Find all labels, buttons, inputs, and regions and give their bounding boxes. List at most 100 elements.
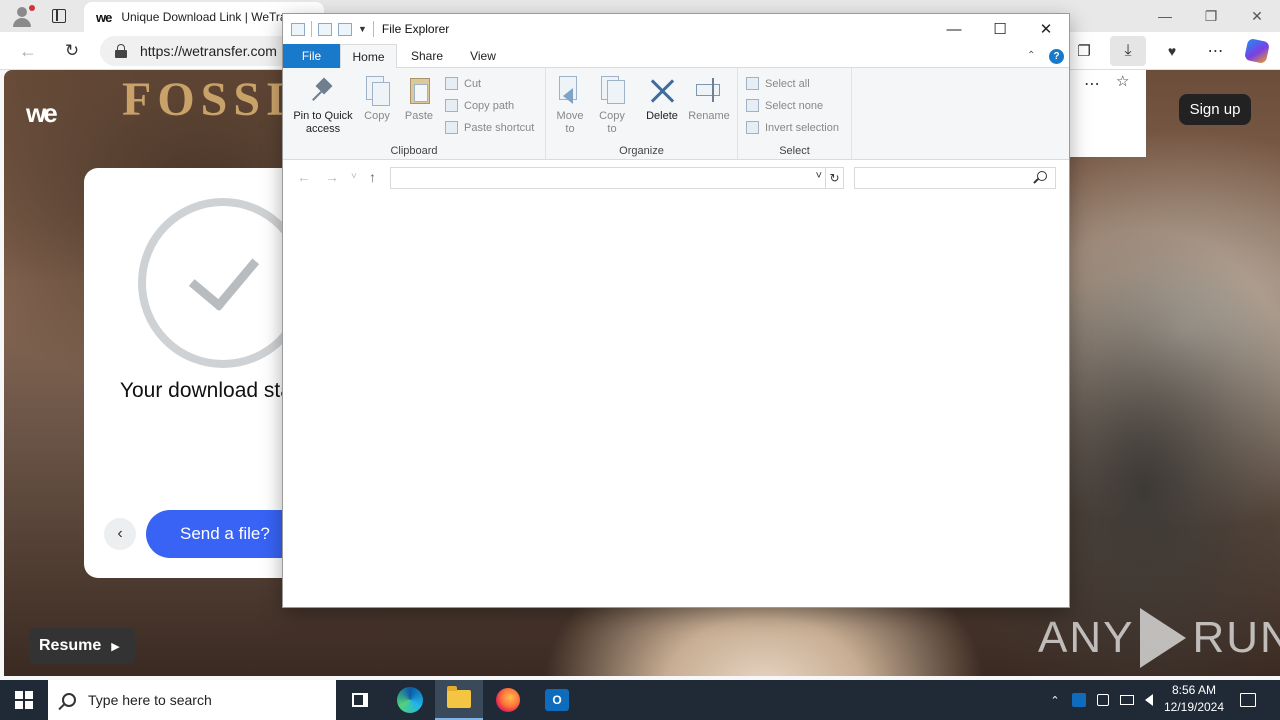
select-none-icon <box>746 99 759 112</box>
recent-locations-icon[interactable]: ˅ <box>351 171 357 182</box>
start-button[interactable] <box>0 680 48 720</box>
cut-button[interactable]: Cut <box>445 77 481 90</box>
url-text[interactable]: https://wetransfer.com <box>140 43 277 59</box>
clock-time: 8:56 AM <box>1171 683 1217 697</box>
invert-selection-button[interactable]: Invert selection <box>746 121 839 134</box>
explorer-app-icon[interactable] <box>291 22 305 36</box>
folder-icon <box>447 686 471 708</box>
select-all-button[interactable]: Select all <box>746 77 810 90</box>
tab-title: Unique Download Link | WeTra <box>121 10 287 24</box>
divider <box>311 21 312 37</box>
invert-selection-label: Invert selection <box>765 121 839 134</box>
sign-up-button[interactable]: Sign up <box>1179 94 1251 125</box>
move-to-button[interactable]: Move to <box>554 74 586 136</box>
rename-label: Rename <box>688 110 730 122</box>
downloads-icon[interactable]: ⤓ <box>1110 36 1146 66</box>
edge-taskbar-button[interactable] <box>386 680 434 720</box>
select-all-label: Select all <box>765 77 810 90</box>
browser-restore-button[interactable]: ❐ <box>1196 6 1226 26</box>
card-back-button[interactable]: ‹ <box>104 518 136 550</box>
task-view-icon <box>352 693 368 707</box>
lock-icon[interactable] <box>114 44 128 58</box>
new-folder-icon[interactable] <box>338 22 352 36</box>
file-list-area[interactable] <box>283 195 1069 607</box>
pin-icon[interactable]: ☆ <box>1116 72 1129 90</box>
explorer-search-field[interactable] <box>854 167 1056 189</box>
paste-shortcut-button[interactable]: Paste shortcut <box>445 121 534 134</box>
divider <box>372 21 374 37</box>
explorer-minimize-button[interactable]: — <box>931 14 977 44</box>
volume-icon[interactable] <box>1138 680 1160 720</box>
explorer-close-button[interactable]: ✕ <box>1023 14 1069 44</box>
browser-close-button[interactable]: ✕ <box>1242 6 1272 26</box>
refresh-icon[interactable]: ↻ <box>60 41 84 61</box>
address-bar[interactable]: https://wetransfer.com <box>100 36 300 66</box>
watermark-play-icon <box>1140 608 1187 668</box>
anyrun-watermark: ANY RUN <box>1038 608 1280 668</box>
tab-file[interactable]: File <box>283 44 340 68</box>
notification-center-button[interactable] <box>1234 680 1262 720</box>
task-view-button[interactable] <box>336 680 384 720</box>
taskbar-search-placeholder: Type here to search <box>88 692 212 708</box>
customize-dropdown-icon[interactable]: ▼ <box>358 24 367 34</box>
clipboard-group-label: Clipboard <box>390 145 438 157</box>
up-arrow-icon[interactable]: ↑ <box>369 169 376 185</box>
properties-icon[interactable] <box>318 22 332 36</box>
window-title: File Explorer <box>381 22 450 36</box>
tab-view[interactable]: View <box>457 44 509 68</box>
firefox-taskbar-button[interactable] <box>484 680 532 720</box>
copy-to-button[interactable]: Copy to <box>596 74 628 136</box>
wetransfer-logo[interactable]: we <box>26 98 58 129</box>
outlook-icon: O <box>545 689 569 711</box>
tab-actions-icon[interactable] <box>48 6 70 26</box>
file-explorer-window: ▼ File Explorer — ☐ ✕ File Home Share Vi… <box>283 14 1069 607</box>
select-group-label: Select <box>779 145 810 157</box>
watermark-left: ANY <box>1038 613 1135 662</box>
file-explorer-taskbar-button[interactable] <box>435 680 483 720</box>
system-clock[interactable]: 8:56 AM 12/19/2024 <box>1158 682 1230 718</box>
paste-button[interactable]: Paste <box>401 74 437 123</box>
tab-home[interactable]: Home <box>340 44 397 68</box>
device-tray-icon[interactable] <box>1092 680 1114 720</box>
profile-icon[interactable] <box>8 4 36 28</box>
select-all-icon <box>746 77 759 90</box>
copy-path-button[interactable]: Copy path <box>445 99 514 112</box>
collections-icon[interactable]: ❐ <box>1072 40 1096 62</box>
watermark-right: RUN <box>1192 613 1280 662</box>
nav-back-icon[interactable]: ← <box>297 169 311 185</box>
checkmark-icon <box>188 238 260 312</box>
back-arrow-icon[interactable]: ← <box>16 41 40 61</box>
explorer-title-bar[interactable]: ▼ File Explorer — ☐ ✕ <box>283 14 1069 44</box>
edge-icon <box>397 687 423 713</box>
outlook-tray-icon[interactable] <box>1068 680 1090 720</box>
browser-minimize-button[interactable]: — <box>1150 6 1180 26</box>
outlook-taskbar-button[interactable]: O <box>533 680 581 720</box>
address-dropdown-icon[interactable]: ˅ <box>816 170 822 182</box>
collapse-ribbon-icon[interactable]: ⌃ <box>1027 50 1035 61</box>
show-hidden-icons-chevron-icon[interactable]: ⌃ <box>1044 680 1066 720</box>
copy-to-label: Copy to <box>599 110 625 135</box>
explorer-maximize-button[interactable]: ☐ <box>977 14 1023 44</box>
help-icon[interactable]: ? <box>1049 49 1064 64</box>
paste-shortcut-label: Paste shortcut <box>464 121 535 134</box>
delete-button[interactable]: Delete <box>642 74 682 123</box>
network-icon[interactable] <box>1116 680 1138 720</box>
copilot-icon[interactable] <box>1243 37 1271 65</box>
quick-access-toolbar: ▼ <box>283 21 374 37</box>
copy-button[interactable]: Copy <box>361 74 393 123</box>
select-none-button[interactable]: Select none <box>746 99 823 112</box>
taskbar-search-box[interactable]: Type here to search <box>48 680 336 720</box>
settings-menu-icon[interactable]: ⋯ <box>1204 40 1228 62</box>
performance-icon[interactable]: ♥ <box>1160 40 1184 62</box>
copy-to-icon <box>597 74 627 106</box>
explorer-address-field[interactable]: ˅ <box>390 167 826 189</box>
pin-to-quick-access-button[interactable]: Pin to Quick access <box>289 74 357 136</box>
rename-button[interactable]: Rename <box>686 74 732 123</box>
more-options-icon[interactable]: ⋯ <box>1084 74 1101 94</box>
nav-forward-icon[interactable]: → <box>325 169 339 185</box>
tab-share[interactable]: Share <box>397 44 457 68</box>
explorer-refresh-icon[interactable]: ↻ <box>826 167 844 189</box>
notification-icon <box>1240 693 1256 707</box>
rename-icon <box>694 74 724 106</box>
resume-button[interactable]: Resume ▶ <box>29 628 135 664</box>
